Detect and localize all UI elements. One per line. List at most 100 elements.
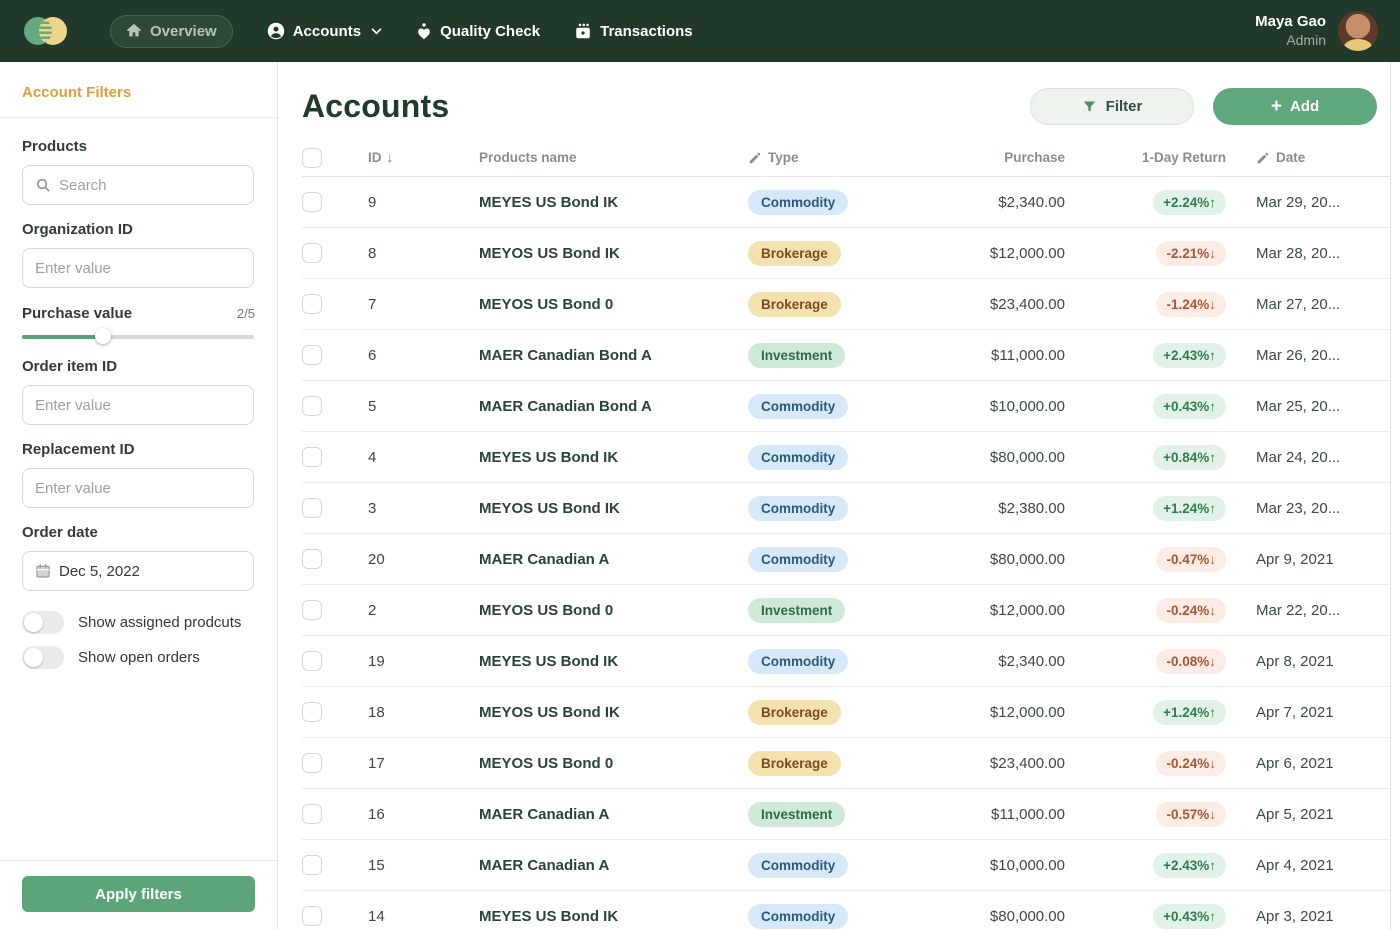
nav-item-transactions[interactable]: Transactions [574,23,693,40]
row-checkbox[interactable] [302,192,322,212]
sidebar-body: Products Organization ID Purchase value … [0,118,277,669]
brand-logo[interactable] [22,14,70,48]
table-row[interactable]: 4 MEYES US Bond IK Commodity $80,000.00 … [302,432,1400,483]
select-all-checkbox[interactable] [302,148,322,168]
table-row[interactable]: 8 MEYOS US Bond IK Brokerage $12,000.00 … [302,228,1400,279]
row-checkbox[interactable] [302,396,322,416]
type-badge: Brokerage [748,751,841,776]
top-nav: Overview Accounts Quality Check [0,0,1400,62]
cell-product-name: MEYES US Bond IK [479,908,748,925]
row-checkbox[interactable] [302,498,322,518]
row-checkbox[interactable] [302,651,322,671]
row-checkbox-cell [302,447,352,467]
row-checkbox[interactable] [302,294,322,314]
header-product[interactable]: Products name [479,150,748,165]
replacement-id-field[interactable] [22,468,254,508]
header-purchase[interactable]: Purchase [942,150,1065,165]
cell-return: +1.24%↑ [1065,700,1226,725]
cell-id: 4 [352,449,479,466]
row-checkbox[interactable] [302,753,322,773]
sidebar-title: Account Filters [22,84,255,101]
show-assigned-products-toggle[interactable] [22,611,64,634]
table-row[interactable]: 14 MEYES US Bond IK Commodity $80,000.00… [302,891,1400,930]
cell-id: 16 [352,806,479,823]
sort-desc-icon[interactable]: ↓ [387,150,394,165]
products-search-field[interactable] [22,165,254,205]
filter-button[interactable]: Filter [1030,88,1194,125]
app-root: Overview Accounts Quality Check [0,0,1400,930]
cell-product-name: MEYOS US Bond IK [479,245,748,262]
briefcase-icon [574,23,592,40]
return-pill: +0.84%↑ [1153,445,1226,470]
cell-id: 2 [352,602,479,619]
return-pill: +1.24%↑ [1153,700,1226,725]
type-badge: Brokerage [748,700,841,725]
person-icon [267,22,285,40]
nav-item-accounts[interactable]: Accounts [267,22,382,40]
toggle-row-open-orders: Show open orders [22,646,255,669]
show-open-orders-toggle[interactable] [22,646,64,669]
table-row[interactable]: 9 MEYES US Bond IK Commodity $2,340.00 +… [302,177,1400,228]
row-checkbox[interactable] [302,600,322,620]
table-row[interactable]: 3 MEYOS US Bond IK Commodity $2,380.00 +… [302,483,1400,534]
cell-id: 9 [352,194,479,211]
scrollbar-gutter[interactable] [1390,62,1400,930]
cell-purchase: $2,380.00 [942,500,1065,517]
table-row[interactable]: 20 MAER Canadian A Commodity $80,000.00 … [302,534,1400,585]
row-checkbox-cell [302,294,352,314]
main-header: Accounts Filter + Add [279,62,1400,125]
cell-date: Apr 8, 2021 [1226,653,1374,670]
cell-return: -1.24%↓ [1065,292,1226,317]
return-pill: +2.43%↑ [1153,853,1226,878]
row-checkbox[interactable] [302,702,322,722]
cell-return: -0.57%↓ [1065,802,1226,827]
header-id[interactable]: ID↓ [352,150,479,165]
row-checkbox[interactable] [302,906,322,926]
order-date-field[interactable]: Dec 5, 2022 [22,551,254,591]
table-row[interactable]: 15 MAER Canadian A Commodity $10,000.00 … [302,840,1400,891]
cell-return: -0.24%↓ [1065,598,1226,623]
toggle-label: Show assigned prodcuts [78,614,241,631]
row-checkbox[interactable] [302,804,322,824]
order-item-id-input[interactable] [35,397,241,414]
table-row[interactable]: 19 MEYES US Bond IK Commodity $2,340.00 … [302,636,1400,687]
nav-item-overview[interactable]: Overview [110,15,233,48]
cell-return: +2.43%↑ [1065,343,1226,368]
slider-thumb[interactable] [95,328,111,344]
user-block[interactable]: Maya Gao Admin [1255,11,1378,51]
order-item-id-field[interactable] [22,385,254,425]
add-button[interactable]: + Add [1213,88,1377,125]
cell-id: 17 [352,755,479,772]
table-row[interactable]: 17 MEYOS US Bond 0 Brokerage $23,400.00 … [302,738,1400,789]
replacement-id-input[interactable] [35,480,241,497]
row-checkbox-cell [302,600,352,620]
row-checkbox[interactable] [302,447,322,467]
table-row[interactable]: 18 MEYOS US Bond IK Brokerage $12,000.00… [302,687,1400,738]
cell-type: Commodity [748,904,942,929]
header-date[interactable]: Date [1226,150,1374,165]
chevron-down-icon [371,28,382,35]
return-pill: +2.24%↑ [1153,190,1226,215]
table-row[interactable]: 2 MEYOS US Bond 0 Investment $12,000.00 … [302,585,1400,636]
organization-id-input[interactable] [35,260,241,277]
row-checkbox[interactable] [302,345,322,365]
nav-item-quality-check[interactable]: Quality Check [416,23,540,40]
apply-filters-button[interactable]: Apply filters [22,876,255,912]
row-checkbox[interactable] [302,855,322,875]
header-return[interactable]: 1-Day Return [1065,150,1226,165]
row-checkbox[interactable] [302,549,322,569]
table-row[interactable]: 7 MEYOS US Bond 0 Brokerage $23,400.00 -… [302,279,1400,330]
organization-id-field[interactable] [22,248,254,288]
cell-return: +0.43%↑ [1065,904,1226,929]
cell-date: Mar 25, 20... [1226,398,1374,415]
table-row[interactable]: 5 MAER Canadian Bond A Commodity $10,000… [302,381,1400,432]
sidebar-header: Account Filters [0,62,277,118]
avatar[interactable] [1338,11,1378,51]
table-row[interactable]: 16 MAER Canadian A Investment $11,000.00… [302,789,1400,840]
header-type[interactable]: Type [748,150,942,165]
row-checkbox[interactable] [302,243,322,263]
search-input[interactable] [59,177,241,194]
purchase-value-slider[interactable] [22,328,254,344]
cell-type: Investment [748,802,942,827]
table-row[interactable]: 6 MAER Canadian Bond A Investment $11,00… [302,330,1400,381]
